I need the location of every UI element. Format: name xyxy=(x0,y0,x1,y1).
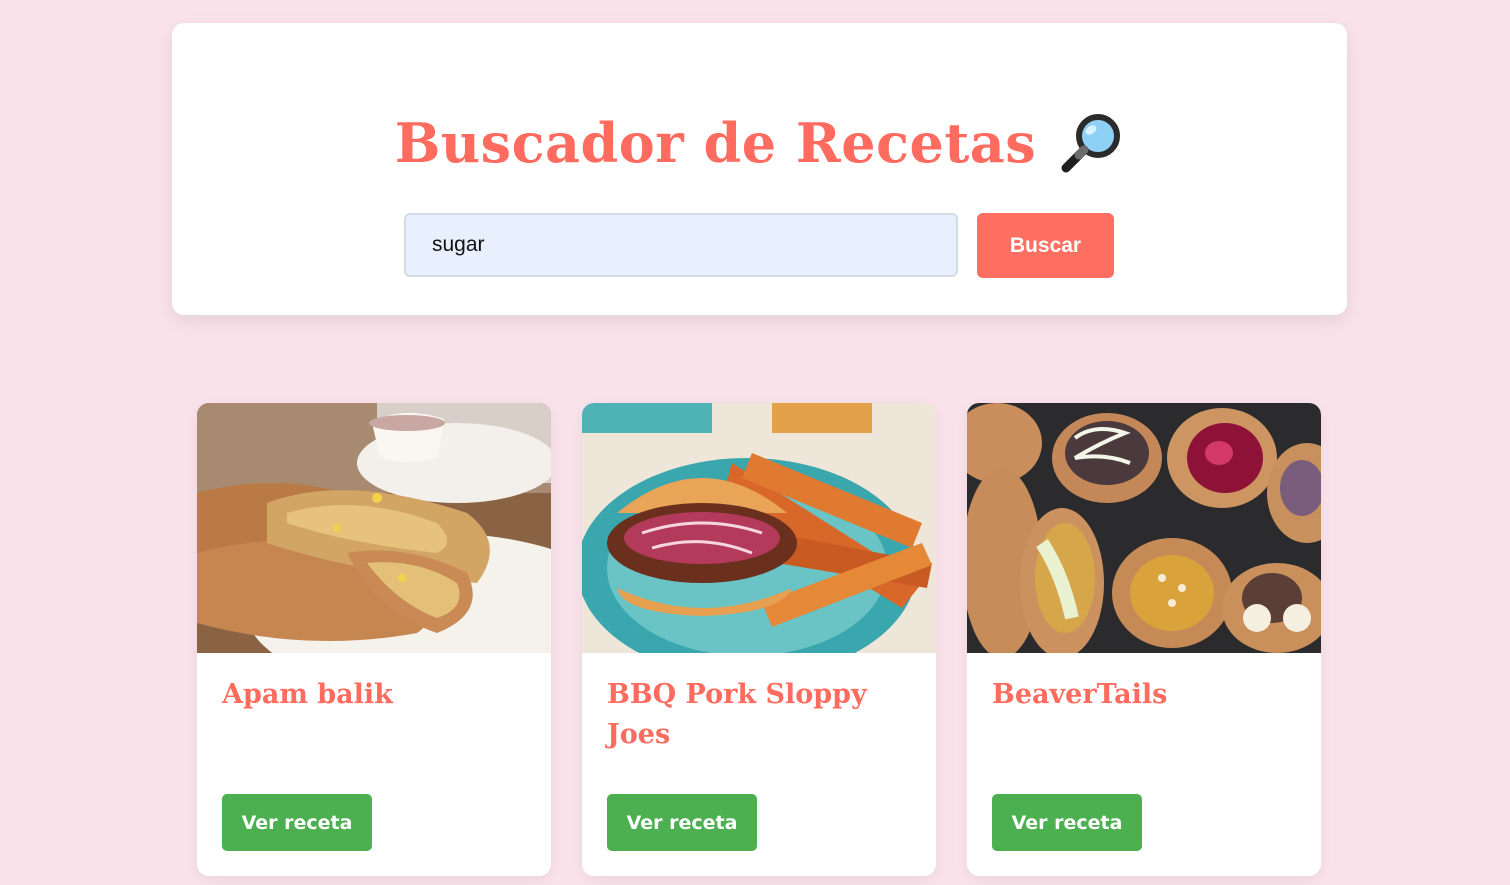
recipe-title: BBQ Pork Sloppy Joes xyxy=(607,679,867,750)
search-input[interactable] xyxy=(404,213,958,277)
title-row: Buscador de Recetas xyxy=(172,107,1347,179)
beavertails-photo[interactable] xyxy=(967,403,1321,653)
recipe-title: Apam balik xyxy=(222,679,393,710)
search-button[interactable]: Buscar xyxy=(977,213,1114,278)
view-recipe-button[interactable]: Ver receta xyxy=(222,794,372,851)
magnifying-glass-icon xyxy=(1061,114,1121,173)
recipe-results-grid: Apam balik Ver receta BBQ Pork Sloppy Jo… xyxy=(197,403,1321,885)
recipe-card: BeaverTails Ver receta xyxy=(967,403,1321,876)
view-recipe-button[interactable]: Ver receta xyxy=(607,794,757,851)
apam-balik-photo[interactable] xyxy=(197,403,551,653)
page-title: Buscador de Recetas xyxy=(394,111,1037,175)
recipe-title: BeaverTails xyxy=(992,679,1168,710)
recipe-card: BBQ Pork Sloppy Joes Ver receta xyxy=(582,403,936,876)
bbq-pork-sloppy-joes-photo[interactable] xyxy=(582,403,936,653)
recipe-card: Apam balik Ver receta xyxy=(197,403,551,876)
view-recipe-button[interactable]: Ver receta xyxy=(992,794,1142,851)
search-header-card: Buscador de Recetas Buscar xyxy=(172,23,1347,315)
